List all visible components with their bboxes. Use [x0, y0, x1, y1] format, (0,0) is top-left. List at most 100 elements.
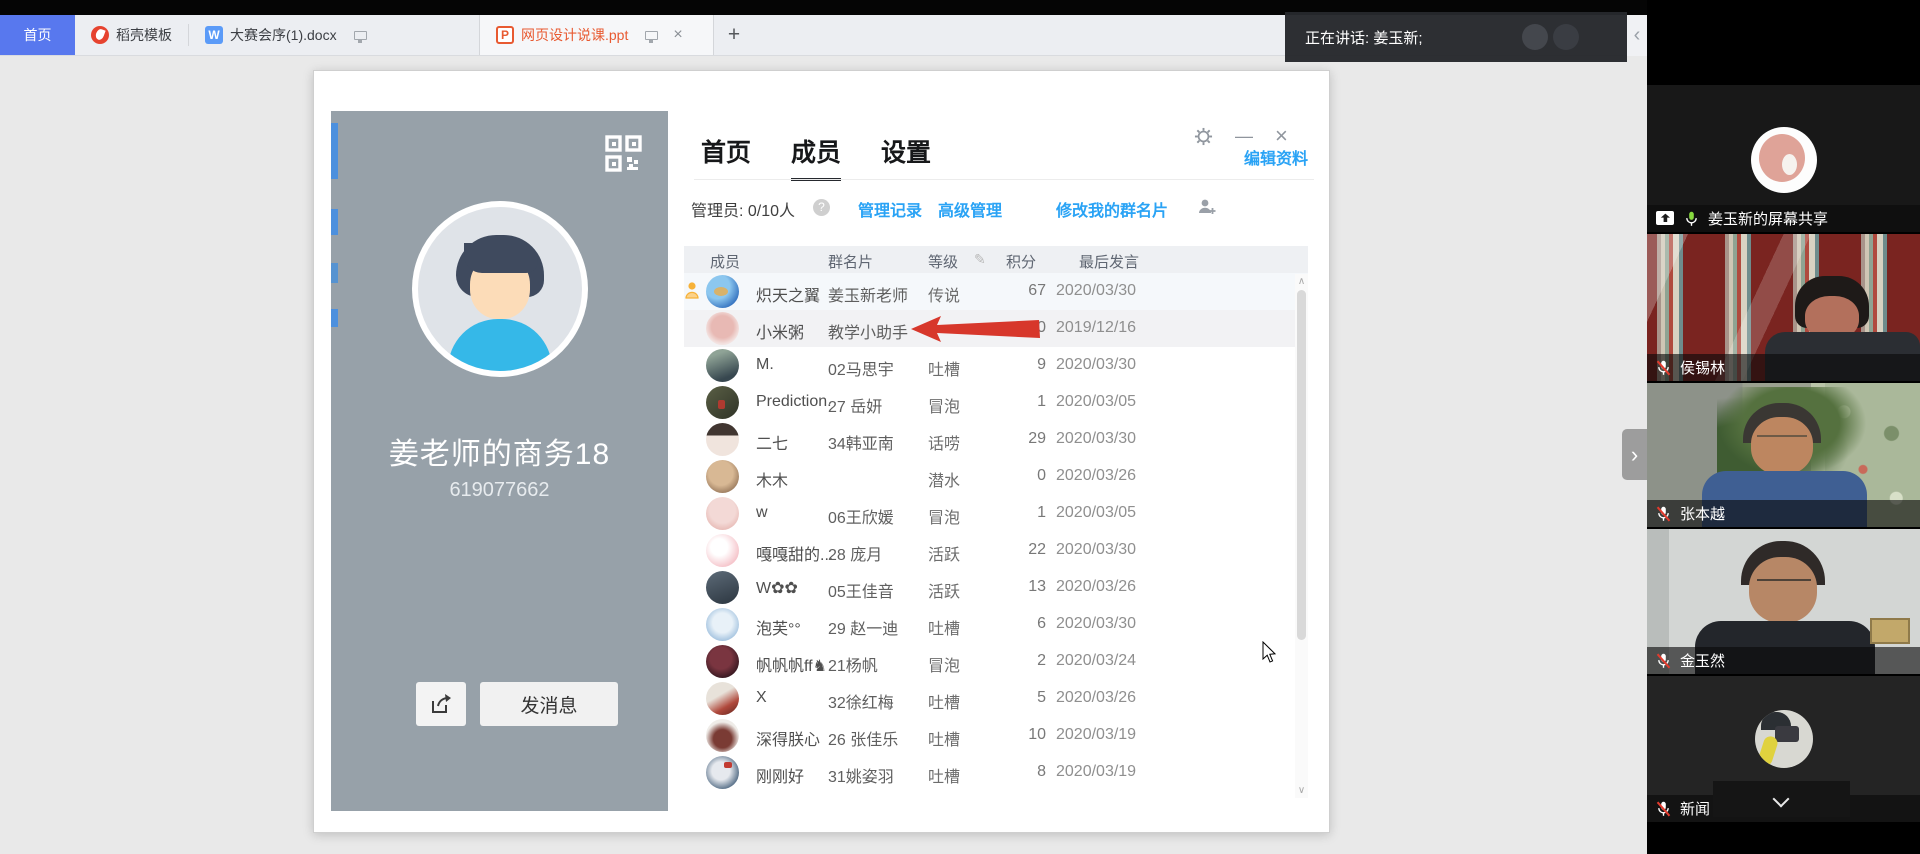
- top-black-strip: [0, 0, 1920, 15]
- member-name: 炽天之翼: [756, 282, 820, 306]
- member-last-post: 2020/03/30: [1056, 430, 1136, 448]
- table-row[interactable]: 深得朕心 26 张佳乐 吐槽 10 2020/03/19: [684, 717, 1308, 754]
- participant-name-bar: 张本越: [1647, 500, 1920, 527]
- owner-badge-icon: [684, 281, 700, 301]
- member-score: 67: [984, 282, 1046, 300]
- close-tab-icon[interactable]: ×: [673, 26, 682, 44]
- monitor-icon[interactable]: [645, 31, 658, 40]
- member-level: 冒泡: [928, 652, 960, 676]
- advanced-manage-link[interactable]: 高级管理: [938, 197, 1002, 221]
- table-row[interactable]: W✿✿ 05王佳音 活跃 13 2020/03/26: [684, 569, 1308, 606]
- member-last-post: 2020/03/26: [1056, 689, 1136, 707]
- member-card: 27 岳妍: [828, 393, 882, 417]
- video-tile[interactable]: 新闻 唐嘉鸿: [1647, 676, 1920, 822]
- table-row[interactable]: Prediction. 27 岳妍 冒泡 1 2020/03/05: [684, 384, 1308, 421]
- edit-level-pencil-icon[interactable]: ✎: [974, 251, 986, 268]
- mic-muted-icon: [1655, 652, 1672, 670]
- qr-code-icon[interactable]: [603, 133, 643, 173]
- clipped-text-fragment: [331, 123, 338, 179]
- table-row[interactable]: M. 02马思宇 吐槽 9 2020/03/30: [684, 347, 1308, 384]
- member-last-post: 2020/03/19: [1056, 726, 1136, 744]
- member-last-post: 2020/03/05: [1056, 393, 1136, 411]
- person-add-icon[interactable]: [1197, 197, 1217, 217]
- qq-group-window: 姜老师的商务18 619077662 发消息: [313, 70, 1330, 833]
- member-card: 29 赵一迪: [828, 615, 898, 639]
- chevron-down-icon[interactable]: [1773, 791, 1790, 808]
- member-card: 31姚姿羽: [828, 763, 894, 787]
- table-row[interactable]: 小米粥 教学小助手 0 2019/12/16: [684, 310, 1308, 347]
- video-tile[interactable]: 金玉然: [1647, 529, 1920, 674]
- member-card: 32徐红梅: [828, 689, 894, 713]
- screen: 首页 稻壳模板 W 大赛会序(1).docx P 网页设计说课.ppt × + …: [0, 0, 1920, 854]
- table-row[interactable]: 木木 潜水 0 2020/03/26: [684, 458, 1308, 495]
- table-row[interactable]: 帆帆帆ff♞ 21杨帆 冒泡 2 2020/03/24: [684, 643, 1308, 680]
- member-avatar: [706, 534, 739, 567]
- member-name: 泡芙°°: [756, 615, 801, 639]
- tab-docer[interactable]: 稻壳模板: [75, 15, 188, 55]
- scroll-down-icon[interactable]: ∨: [1295, 785, 1308, 796]
- expand-bar[interactable]: [1713, 781, 1850, 817]
- member-level: 冒泡: [928, 393, 960, 417]
- tab-group-home[interactable]: 首页: [701, 133, 751, 181]
- participant-name: 金玉然: [1680, 650, 1725, 671]
- new-tab-button[interactable]: +: [714, 15, 754, 55]
- member-name: W✿✿: [756, 578, 798, 598]
- group-name: 姜老师的商务18: [331, 429, 668, 473]
- member-avatar: [706, 756, 739, 789]
- tab-group-members[interactable]: 成员: [791, 133, 841, 181]
- member-last-post: 2020/03/30: [1056, 282, 1136, 300]
- member-card: 06王欣媛: [828, 504, 894, 528]
- group-avatar-image: [418, 207, 582, 371]
- settings-gear-icon[interactable]: [1194, 127, 1213, 146]
- member-last-post: 2020/03/30: [1056, 615, 1136, 633]
- participant-name-bar: 金玉然: [1647, 647, 1920, 674]
- collapse-left-icon[interactable]: ‹: [1627, 15, 1647, 56]
- clipped-text-fragment: [331, 309, 338, 327]
- member-level: 吐槽: [928, 763, 960, 787]
- member-name: X: [756, 689, 767, 707]
- video-tile-screen-share[interactable]: 姜玉新的屏幕共享: [1647, 85, 1920, 232]
- tab-ppt[interactable]: P 网页设计说课.ppt ×: [479, 15, 714, 55]
- table-row[interactable]: 刚刚好 31姚姿羽 吐槽 8 2020/03/19: [684, 754, 1308, 791]
- table-row[interactable]: 嘎嘎甜的... 28 庞月 活跃 22 2020/03/30: [684, 532, 1308, 569]
- tab-group-settings[interactable]: 设置: [881, 133, 931, 181]
- member-last-post: 2020/03/05: [1056, 504, 1136, 522]
- help-question-icon[interactable]: ?: [813, 199, 830, 216]
- edit-my-card-link[interactable]: 修改我的群名片: [1056, 197, 1168, 221]
- video-sidebar: › 姜玉新的屏幕共享: [1647, 0, 1920, 854]
- tab-home[interactable]: 首页: [0, 15, 75, 55]
- member-level: 传说: [928, 282, 960, 306]
- member-level: 话唠: [928, 430, 960, 454]
- monitor-icon[interactable]: [354, 31, 367, 40]
- table-row[interactable]: X 32徐红梅 吐槽 5 2020/03/26: [684, 680, 1308, 717]
- table-row[interactable]: 二七 34韩亚南 话唠 29 2020/03/30: [684, 421, 1308, 458]
- edit-profile-link[interactable]: 编辑资料: [1244, 145, 1308, 169]
- member-card: 34韩亚南: [828, 430, 894, 454]
- speaking-banner: 正在讲话: 姜玉新;: [1285, 12, 1627, 62]
- member-avatar: [706, 349, 739, 382]
- send-message-button[interactable]: 发消息: [480, 682, 618, 726]
- participant-name-bar: 姜玉新的屏幕共享: [1647, 205, 1920, 232]
- member-last-post: 2019/12/16: [1056, 319, 1136, 337]
- video-tile[interactable]: 侯锡林: [1647, 234, 1920, 381]
- video-frame-picture: [1870, 618, 1910, 644]
- scrollbar-thumb[interactable]: [1297, 290, 1306, 640]
- participant-video-glasses: [1757, 579, 1811, 590]
- blurred-logo-icon: [1553, 24, 1579, 50]
- table-scrollbar[interactable]: ∧ ∨: [1295, 274, 1308, 798]
- table-row[interactable]: 泡芙°° 29 赵一迪 吐槽 6 2020/03/30: [684, 606, 1308, 643]
- tab-docx[interactable]: W 大赛会序(1).docx: [189, 15, 479, 55]
- member-score: 9: [984, 356, 1046, 374]
- participant-name: 新闻: [1680, 798, 1710, 819]
- manage-log-link[interactable]: 管理记录: [858, 197, 922, 221]
- col-level: 等级: [928, 251, 958, 272]
- scroll-up-icon[interactable]: ∧: [1295, 276, 1308, 287]
- minimize-button[interactable]: —: [1235, 131, 1253, 141]
- video-tile[interactable]: 张本越: [1647, 383, 1920, 527]
- sidebar-collapse-button[interactable]: ›: [1622, 429, 1647, 480]
- share-button[interactable]: [416, 682, 466, 726]
- member-score: 10: [984, 726, 1046, 744]
- table-row[interactable]: 炽天之翼 姜玉新老师 传说 67 2020/03/30: [684, 273, 1308, 310]
- table-row[interactable]: w 06王欣媛 冒泡 1 2020/03/05: [684, 495, 1308, 532]
- group-profile-panel: 姜老师的商务18 619077662 发消息: [331, 111, 668, 811]
